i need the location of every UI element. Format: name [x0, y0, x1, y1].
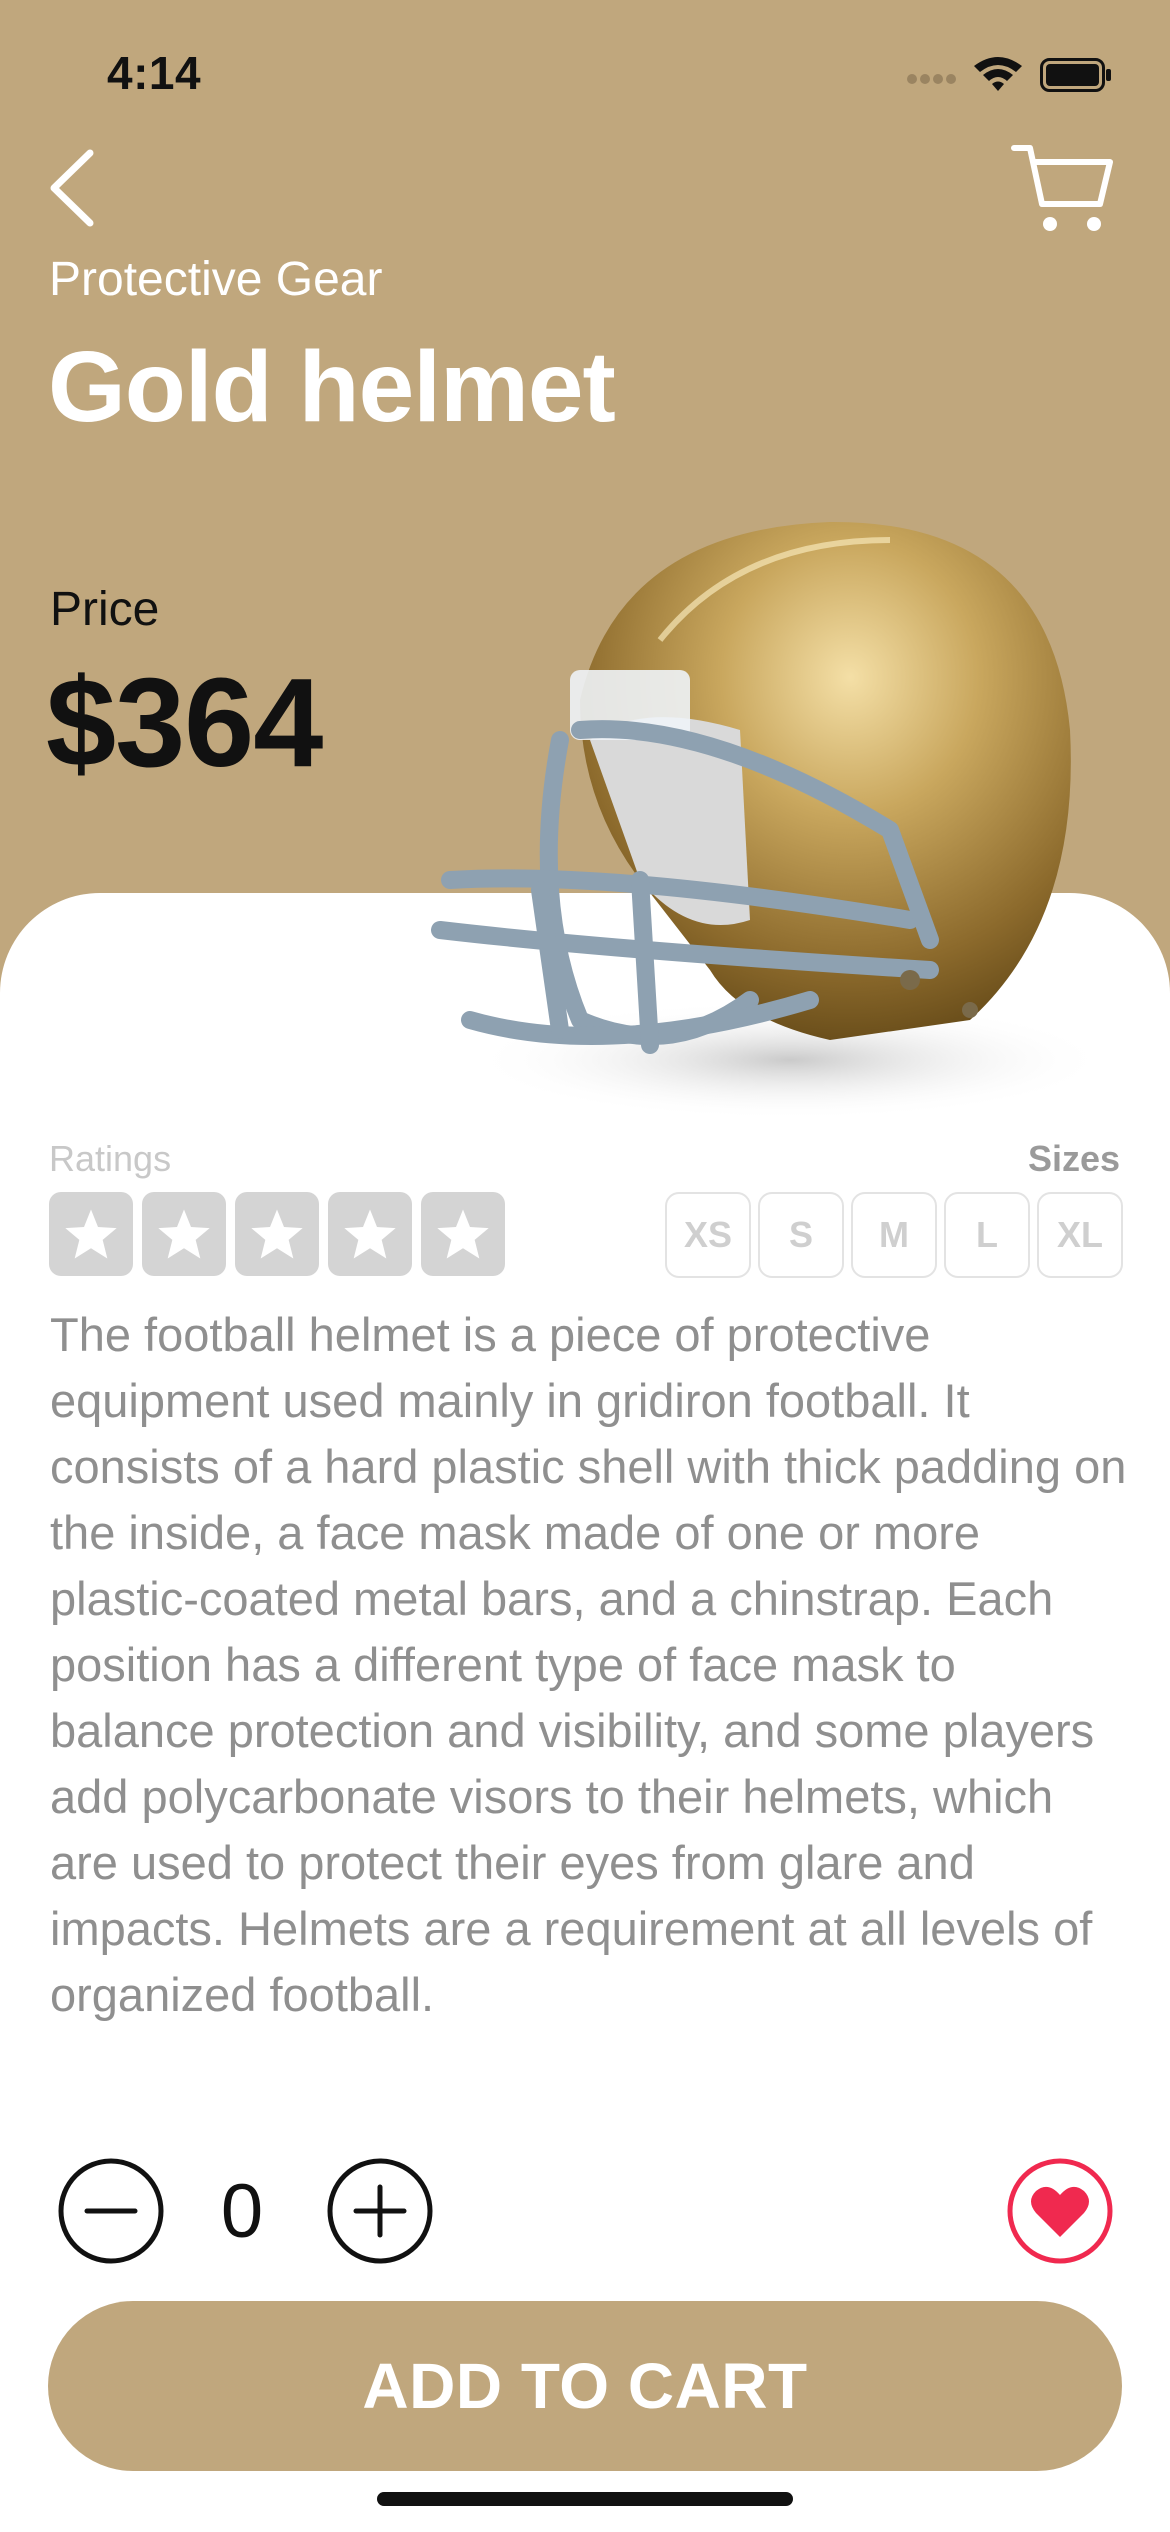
wifi-icon [974, 57, 1022, 91]
product-title: Gold helmet [48, 331, 616, 443]
product-image [431, 521, 1110, 1120]
quantity-value: 0 [220, 2169, 264, 2254]
decrease-quantity-button[interactable] [57, 2157, 165, 2265]
star-icon [344, 1209, 396, 1259]
rating-star-2[interactable] [142, 1192, 226, 1276]
rating-star-1[interactable] [49, 1192, 133, 1276]
battery-icon [1040, 58, 1111, 92]
size-option-xl[interactable]: XL [1037, 1192, 1123, 1278]
status-time: 4:14 [107, 47, 202, 99]
home-indicator [377, 2492, 793, 2506]
product-description: The football helmet is a piece of protec… [50, 1308, 1127, 2021]
price-value: $364 [46, 652, 323, 793]
star-icon [65, 1209, 117, 1259]
size-selector: XS S M L XL [665, 1192, 1123, 1278]
plus-circle-icon [327, 2158, 433, 2264]
cart-icon [1011, 145, 1113, 231]
star-icon [251, 1209, 303, 1259]
minus-circle-icon [58, 2158, 164, 2264]
rating-star-4[interactable] [328, 1192, 412, 1276]
rating-star-3[interactable] [235, 1192, 319, 1276]
cellular-signal-icon [907, 74, 956, 84]
cart-button[interactable] [1010, 142, 1116, 236]
product-category: Protective Gear [49, 253, 383, 306]
size-option-s[interactable]: S [758, 1192, 844, 1278]
ratings-label: Ratings [49, 1138, 172, 1179]
price-label: Price [50, 583, 160, 636]
product-detail-screen: 4:14 Protective Gear Gold helmet Price $… [0, 0, 1170, 2532]
add-to-cart-button[interactable]: ADD TO CART [48, 2301, 1122, 2471]
heart-icon [1007, 2158, 1113, 2264]
rating-star-5[interactable] [421, 1192, 505, 1276]
chevron-left-icon [50, 149, 94, 227]
increase-quantity-button[interactable] [326, 2157, 434, 2265]
size-option-xs[interactable]: XS [665, 1192, 751, 1278]
size-option-m[interactable]: M [851, 1192, 937, 1278]
star-icon [437, 1209, 489, 1259]
rating-stars [49, 1192, 505, 1276]
back-button[interactable] [42, 145, 102, 231]
favorite-button[interactable] [1006, 2157, 1114, 2265]
star-icon [158, 1209, 210, 1259]
sizes-label: Sizes [1027, 1138, 1120, 1179]
size-option-l[interactable]: L [944, 1192, 1030, 1278]
